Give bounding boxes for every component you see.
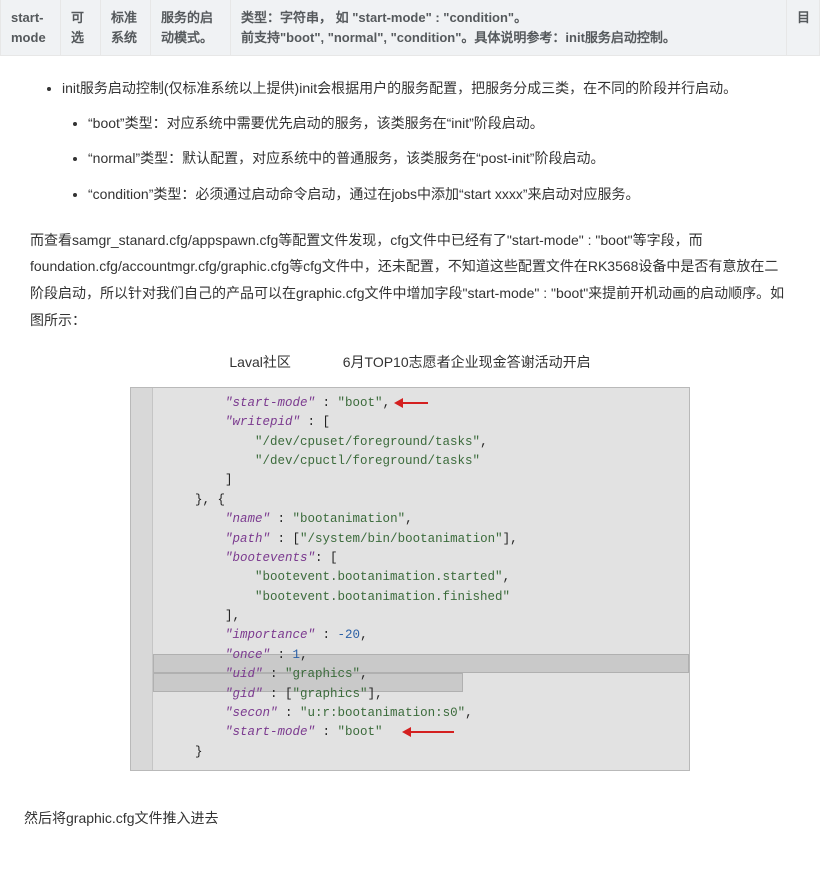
- property-table-row: start-mode 可选 标准系统 服务的启动模式。 类型：字符串， 如 "s…: [0, 0, 820, 56]
- code-key: "importance": [225, 628, 315, 642]
- col-more: 目: [787, 0, 819, 55]
- col-system: 标准系统: [101, 0, 151, 55]
- code-key: "name": [225, 512, 270, 526]
- promo-right[interactable]: 6月TOP10志愿者企业现金答谢活动开启: [343, 351, 591, 375]
- red-arrow-icon: [394, 399, 428, 407]
- code-key: "start-mode": [225, 396, 315, 410]
- promo-left[interactable]: Laval社区: [229, 351, 290, 375]
- list-item: init服务启动控制(仅标准系统以上提供)init会根据用户的服务配置，把服务分…: [62, 76, 790, 207]
- bullet-list: init服务启动控制(仅标准系统以上提供)init会根据用户的服务配置，把服务分…: [30, 76, 790, 207]
- code-screenshot: "start-mode" : "boot", "writepid" : [ "/…: [130, 387, 690, 771]
- code-number: 1: [293, 648, 301, 662]
- code-string: "u:r:bootanimation:s0": [300, 706, 465, 720]
- code-key: "secon": [225, 706, 278, 720]
- code-string: "boot": [338, 396, 383, 410]
- code-key: "start-mode": [225, 725, 315, 739]
- code-string: "graphics": [285, 667, 360, 681]
- paragraph: 然后将graphic.cfg文件推入进去: [24, 805, 790, 832]
- code-string: "bootevent.bootanimation.started": [255, 570, 503, 584]
- code-key: "bootevents": [225, 551, 315, 565]
- code-screenshot-wrap: "start-mode" : "boot", "writepid" : [ "/…: [30, 387, 790, 771]
- list-item: “normal”类型：默认配置，对应系统中的普通服务，该类服务在“post-in…: [88, 146, 790, 171]
- code-string: "bootevent.bootanimation.finished": [255, 590, 510, 604]
- col-detail-line1: 类型：字符串， 如 "start-mode" : "condition"。: [241, 8, 776, 28]
- code-key: "once": [225, 648, 270, 662]
- code-number: -20: [338, 628, 361, 642]
- col-desc: 服务的启动模式。: [151, 0, 231, 55]
- list-item: “condition”类型：必须通过启动命令启动，通过在jobs中添加“star…: [88, 182, 790, 207]
- col-optional: 可选: [61, 0, 101, 55]
- article-content: init服务启动控制(仅标准系统以上提供)init会根据用户的服务配置，把服务分…: [0, 56, 820, 870]
- code-key: "path": [225, 532, 270, 546]
- code-key: "uid": [225, 667, 263, 681]
- code-string: "/dev/cpuctl/foreground/tasks": [255, 454, 480, 468]
- promo-banner: Laval社区 6月TOP10志愿者企业现金答谢活动开启: [30, 351, 790, 375]
- code-body: "start-mode" : "boot", "writepid" : [ "/…: [131, 388, 689, 770]
- code-key: "gid": [225, 687, 263, 701]
- col-name: start-mode: [1, 0, 61, 55]
- code-string: "bootanimation": [293, 512, 406, 526]
- code-key: "writepid": [225, 415, 300, 429]
- list-intro: init服务启动控制(仅标准系统以上提供)init会根据用户的服务配置，把服务分…: [62, 80, 737, 96]
- code-string: "/system/bin/bootanimation": [300, 532, 503, 546]
- col-detail: 类型：字符串， 如 "start-mode" : "condition"。 前支…: [231, 0, 787, 55]
- code-string: "/dev/cpuset/foreground/tasks": [255, 435, 480, 449]
- code-string: "boot": [338, 725, 383, 739]
- red-arrow-icon: [402, 728, 454, 736]
- code-string: "graphics": [293, 687, 368, 701]
- paragraph: 而查看samgr_stanard.cfg/appspawn.cfg等配置文件发现…: [30, 227, 790, 333]
- col-detail-line2: 前支持"boot", "normal", "condition"。具体说明参考：…: [241, 28, 776, 48]
- list-item: “boot”类型：对应系统中需要优先启动的服务，该类服务在“init”阶段启动。: [88, 111, 790, 136]
- sub-list: “boot”类型：对应系统中需要优先启动的服务，该类服务在“init”阶段启动。…: [62, 111, 790, 207]
